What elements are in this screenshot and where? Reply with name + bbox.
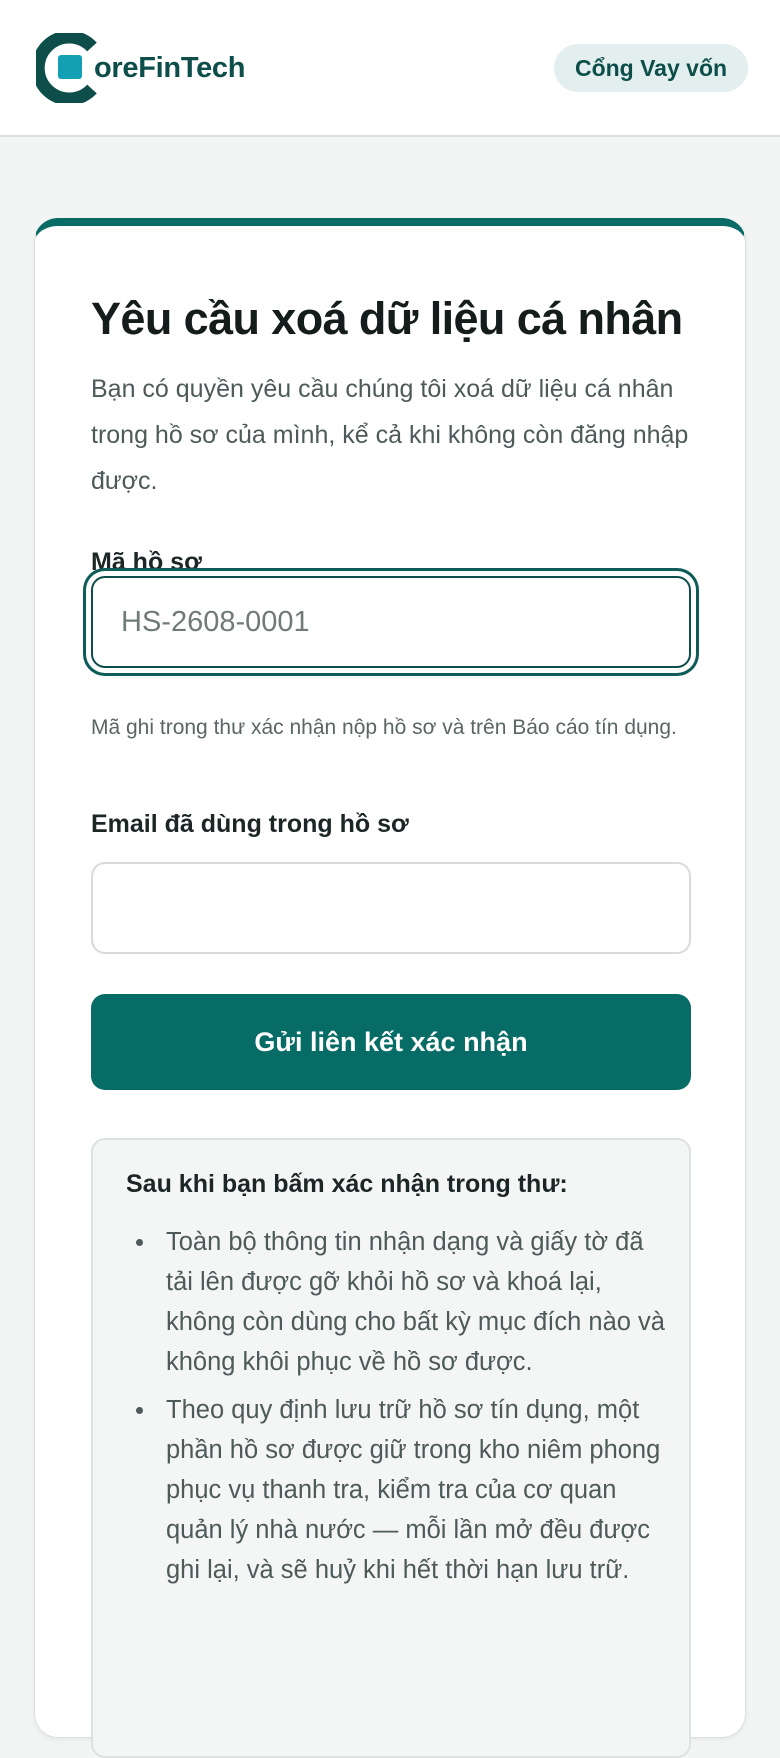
case-id-hint: Mã ghi trong thư xác nhận nộp hồ sơ và t… [91, 716, 677, 739]
corefintech-logo-icon [36, 33, 98, 103]
email-input[interactable] [91, 862, 691, 954]
info-list: Toàn bộ thông tin nhận dạng và giấy tờ đ… [126, 1222, 666, 1598]
after-confirmation-info: Sau khi bạn bấm xác nhận trong thư: Toàn… [91, 1138, 691, 1758]
page-title: Yêu cầu xoá dữ liệu cá nhân [91, 293, 683, 344]
brand-name: oreFinTech [94, 51, 246, 84]
case-id-label: Mã hồ sơ [91, 548, 202, 576]
top-header: oreFinTech Cổng Vay vốn [0, 0, 780, 137]
email-label: Email đã dùng trong hồ sơ [91, 810, 409, 838]
list-item: Toàn bộ thông tin nhận dạng và giấy tờ đ… [126, 1222, 666, 1382]
send-confirmation-link-button[interactable]: Gửi liên kết xác nhận [91, 994, 691, 1090]
page-subtitle: Bạn có quyền yêu cầu chúng tôi xoá dữ li… [91, 375, 689, 495]
data-deletion-card: Yêu cầu xoá dữ liệu cá nhân Bạn có quyền… [34, 218, 746, 1758]
list-item: Theo quy định lưu trữ hồ sơ tín dụng, mộ… [126, 1390, 666, 1590]
brand-logo[interactable]: oreFinTech [36, 33, 245, 103]
loan-portal-button[interactable]: Cổng Vay vốn [554, 44, 748, 92]
case-id-input[interactable] [91, 576, 691, 668]
info-title: Sau khi bạn bấm xác nhận trong thư: [126, 1170, 568, 1198]
